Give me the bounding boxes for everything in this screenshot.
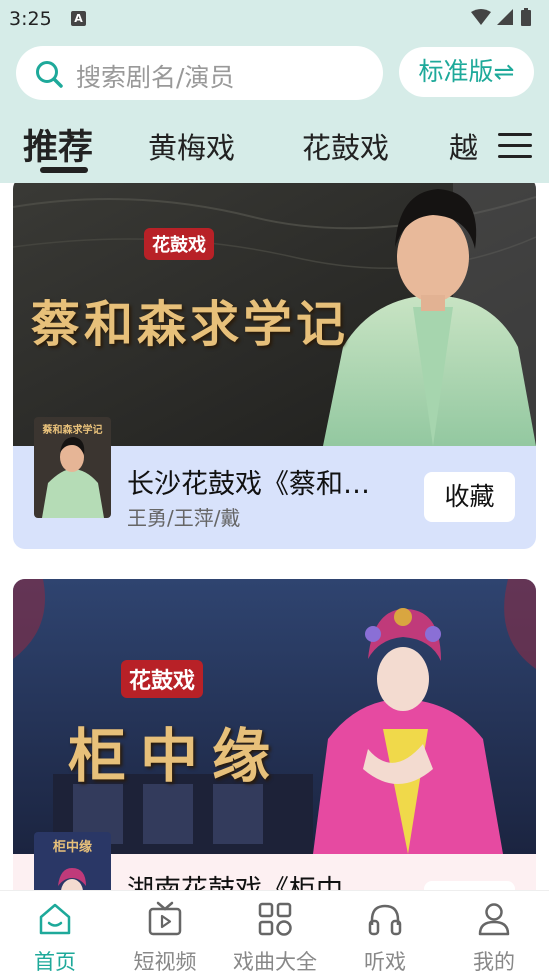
favorite-button[interactable]: 收藏 xyxy=(424,472,515,522)
nav-home[interactable]: 首页 xyxy=(0,891,110,977)
search-input[interactable]: 搜索剧名/演员 xyxy=(16,46,383,100)
opera-card[interactable]: 花鼓戏 柜中缘 柜中缘 湖南花鼓戏《柜中 收藏 xyxy=(13,579,536,890)
card-title[interactable]: 湖南花鼓戏《柜中 xyxy=(127,868,343,890)
nav-profile-label: 我的 xyxy=(473,950,515,974)
nav-short-video[interactable]: 短视频 xyxy=(110,891,220,977)
notification-icon: A xyxy=(71,11,86,26)
nav-opera-catalog[interactable]: 戏曲大全 xyxy=(220,891,330,977)
mode-switch-label: 标准版⇌ xyxy=(418,57,515,86)
banner-title: 蔡和森求学记 xyxy=(31,295,350,353)
nav-short-video-label: 短视频 xyxy=(133,950,197,974)
card-cast: 王勇/王萍/戴 xyxy=(127,506,241,530)
tab-yue[interactable]: 越 xyxy=(449,125,478,167)
card-banner[interactable]: 花鼓戏 柜中缘 xyxy=(13,579,536,854)
genre-tag: 花鼓戏 xyxy=(144,228,214,260)
grid-icon xyxy=(258,902,292,936)
mode-switch-button[interactable]: 标准版⇌ xyxy=(399,47,534,97)
video-icon xyxy=(148,901,182,936)
tab-huagu[interactable]: 花鼓戏 xyxy=(302,125,389,167)
card-title[interactable]: 长沙花鼓戏《蔡和… xyxy=(127,462,370,501)
category-tabs: 推荐 黄梅戏 花鼓戏 越 xyxy=(0,115,549,183)
status-time: 3:25 xyxy=(9,8,52,30)
nav-listen-label: 听戏 xyxy=(364,950,406,974)
home-icon xyxy=(39,903,71,935)
tab-recommend[interactable]: 推荐 xyxy=(23,119,93,170)
card-banner[interactable]: 花鼓戏 蔡和森求学记 xyxy=(13,183,536,446)
nav-listen[interactable]: 听戏 xyxy=(330,891,440,977)
feed: 花鼓戏 蔡和森求学记 蔡和森求学记 长沙花鼓戏《蔡和… 王勇/王萍/戴 收藏 花… xyxy=(0,183,549,890)
poster-thumbnail[interactable]: 蔡和森求学记 xyxy=(34,417,111,518)
genre-tag: 花鼓戏 xyxy=(121,660,204,698)
bottom-nav: 首页 短视频 戏曲大全 听戏 我的 xyxy=(0,890,549,977)
nav-home-label: 首页 xyxy=(34,950,76,974)
poster-thumbnail[interactable]: 柜中缘 xyxy=(34,832,111,890)
headphones-icon xyxy=(368,904,402,936)
wifi-icon xyxy=(471,9,491,25)
menu-icon[interactable] xyxy=(498,129,534,161)
banner-title: 柜中缘 xyxy=(68,722,285,790)
status-icons xyxy=(471,8,531,26)
search-placeholder: 搜索剧名/演员 xyxy=(76,63,235,92)
active-tab-indicator xyxy=(40,167,88,173)
header: 3:25 A 搜索剧名/演员 标准版⇌ 推荐 黄梅戏 花鼓戏 越 xyxy=(0,0,549,183)
battery-icon xyxy=(521,10,531,26)
status-bar: 3:25 A xyxy=(0,0,549,36)
nav-profile[interactable]: 我的 xyxy=(439,891,549,977)
user-icon xyxy=(478,903,510,936)
poster-title: 蔡和森求学记 xyxy=(42,425,103,436)
favorite-button[interactable]: 收藏 xyxy=(424,881,515,890)
nav-opera-catalog-label: 戏曲大全 xyxy=(233,950,317,974)
signal-icon xyxy=(497,9,513,25)
tab-huangmei[interactable]: 黄梅戏 xyxy=(148,125,235,167)
search-icon xyxy=(36,61,63,88)
poster-title: 柜中缘 xyxy=(52,840,92,855)
opera-card[interactable]: 花鼓戏 蔡和森求学记 蔡和森求学记 长沙花鼓戏《蔡和… 王勇/王萍/戴 收藏 xyxy=(13,183,536,549)
